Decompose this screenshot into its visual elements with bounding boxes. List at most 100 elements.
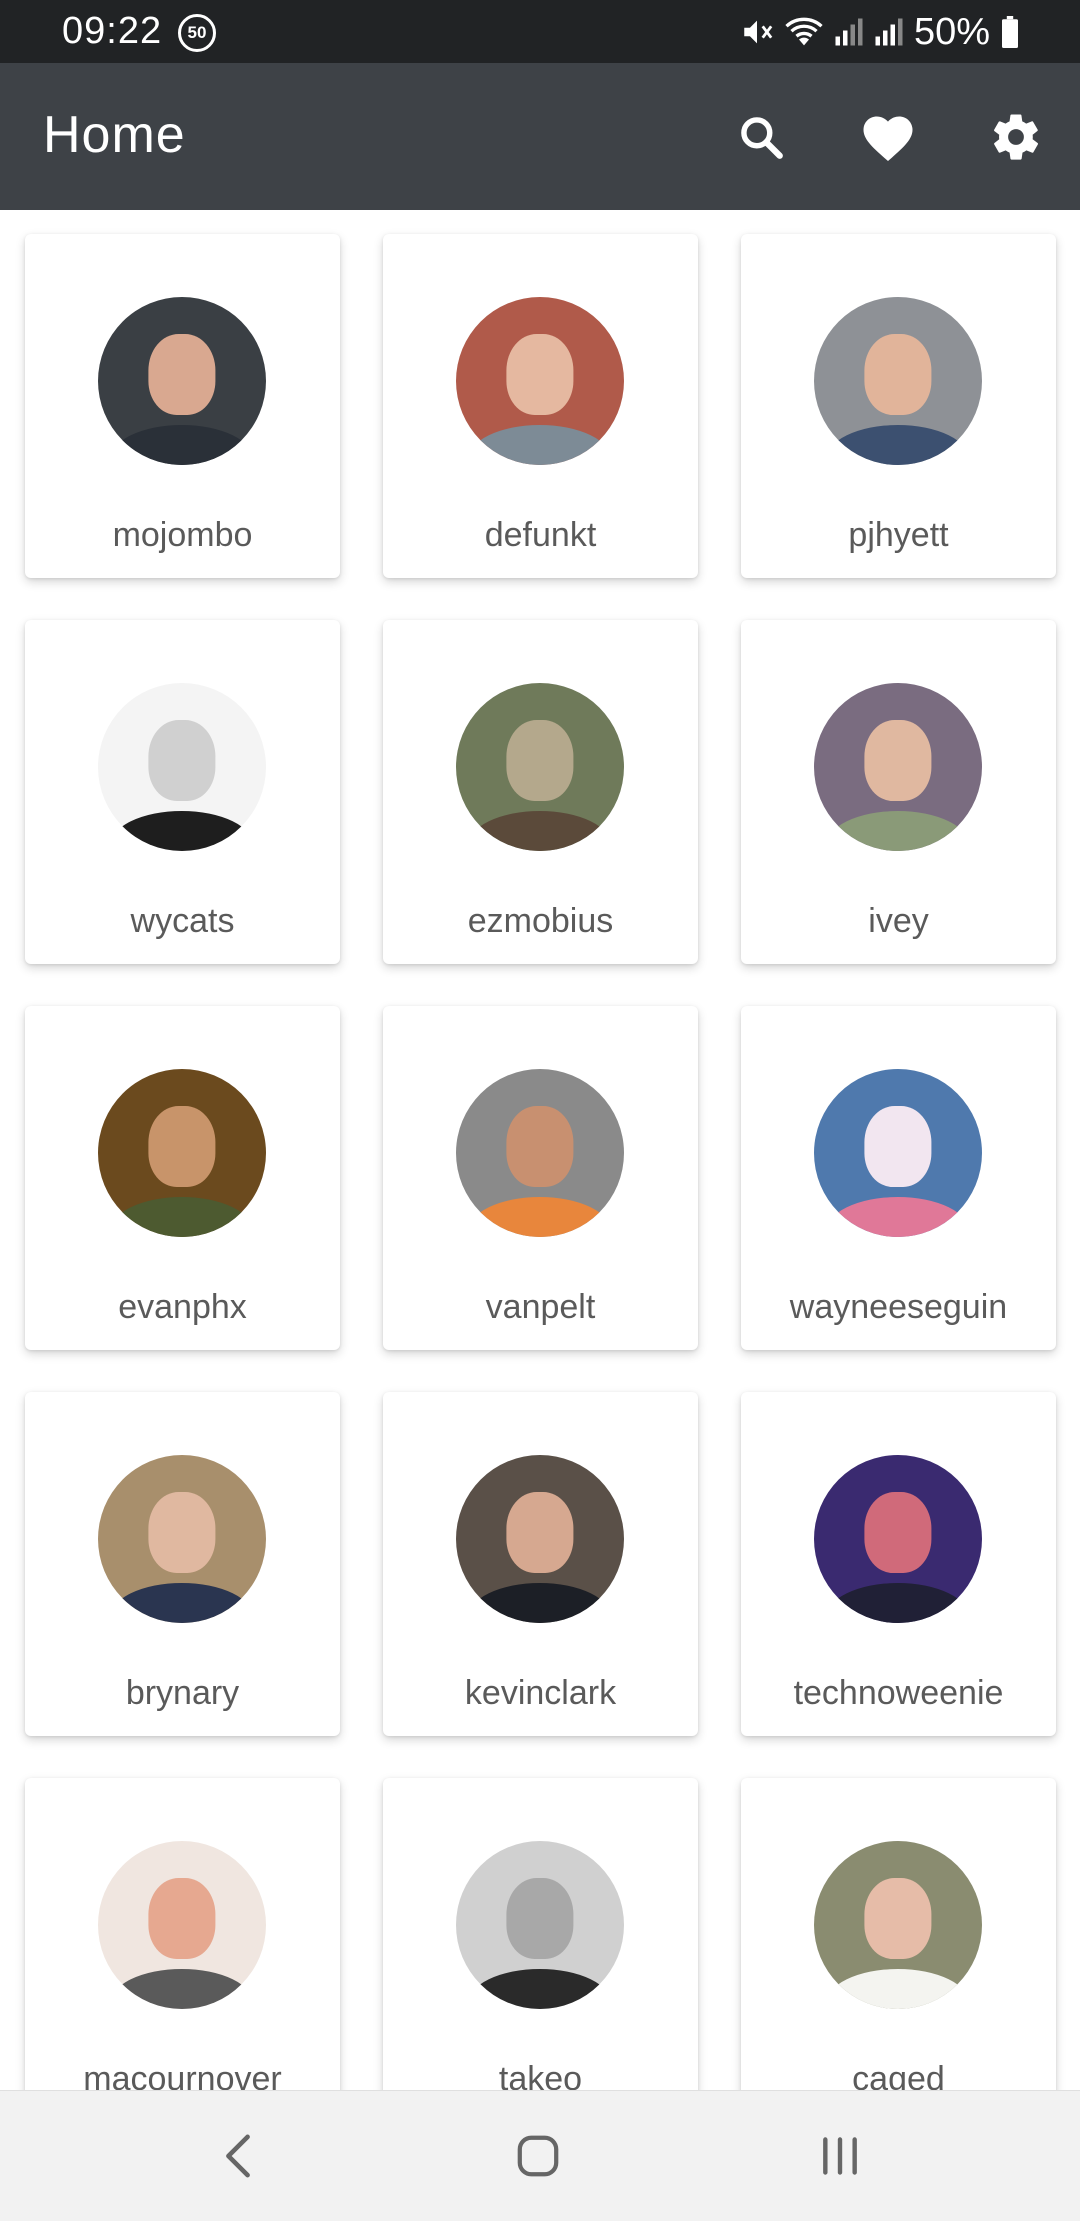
avatar-torso [825,424,971,465]
avatar-torso [467,1968,613,2009]
battery-percentage: 50% [913,10,990,53]
avatar-torso [109,810,255,851]
avatar [814,1455,982,1623]
status-time: 09:22 [62,10,163,52]
avatar-torso [467,1582,613,1623]
avatar-face [506,1877,574,1959]
avatar [456,1841,624,2009]
app-bar: Home [0,63,1080,210]
avatar-torso [109,1196,255,1237]
avatar [98,1841,266,2009]
user-card[interactable]: evanphx [25,1006,340,1350]
avatar-torso [109,424,255,465]
user-card[interactable]: defunkt [383,234,698,578]
signal-icon [834,15,864,49]
avatar-face [148,1491,216,1573]
user-card[interactable]: takeo [383,1778,698,2090]
user-card[interactable]: pjhyett [741,234,1056,578]
navigation-bar [0,2090,1080,2221]
user-name: ivey [868,902,929,940]
avatar-face [148,719,216,801]
avatar-face [506,719,574,801]
user-name: technoweenie [793,1674,1004,1712]
user-name: takeo [498,2060,583,2090]
signal-icon [874,15,904,49]
avatar-face [148,333,216,415]
avatar-torso [467,1196,613,1237]
avatar-torso [467,424,613,465]
avatar-torso [825,810,971,851]
user-card[interactable]: ezmobius [383,620,698,964]
avatar [456,683,624,851]
favorites-button[interactable] [860,109,916,165]
avatar-torso [825,1582,971,1623]
avatar-face [148,1105,216,1187]
notification-badge: 50 [178,14,216,52]
user-name: ezmobius [467,902,614,940]
user-card[interactable]: technoweenie [741,1392,1056,1736]
avatar [98,683,266,851]
avatar-torso [109,1582,255,1623]
avatar-face [864,1491,932,1573]
user-name: defunkt [484,516,597,554]
mute-icon [740,15,774,49]
avatar [814,1069,982,1237]
avatar-face [506,1105,574,1187]
user-card[interactable]: wycats [25,620,340,964]
user-name: caged [852,2060,945,2090]
user-grid-container[interactable]: mojombo defunkt pjhyett wycats ezmobius ivey e… [0,210,1080,2090]
search-button[interactable] [733,109,789,165]
user-grid: mojombo defunkt pjhyett wycats ezmobius ivey e… [25,234,1056,2090]
avatar [456,297,624,465]
user-card[interactable]: macournover [25,1778,340,2090]
settings-button[interactable] [988,109,1044,165]
avatar-face [864,719,932,801]
user-card[interactable]: ivey [741,620,1056,964]
avatar [814,297,982,465]
avatar [814,683,982,851]
user-name: wayneeseguin [789,1288,1008,1326]
avatar-face [506,333,574,415]
user-name: pjhyett [848,516,949,554]
status-bar: 09:22 50 50% [0,0,1080,63]
avatar-face [148,1877,216,1959]
status-icons: 50% [740,10,1020,54]
avatar-face [864,333,932,415]
user-name: mojombo [112,516,253,554]
recent-apps-button[interactable] [810,2126,870,2186]
user-card[interactable]: wayneeseguin [741,1006,1056,1350]
back-button[interactable] [208,2126,268,2186]
heart-icon [863,116,913,162]
recent-apps-icon [823,2137,857,2175]
avatar-torso [467,810,613,851]
home-button[interactable] [508,2126,568,2186]
user-card[interactable]: kevinclark [383,1392,698,1736]
user-name: vanpelt [485,1288,596,1326]
user-card[interactable]: vanpelt [383,1006,698,1350]
avatar-face [864,1877,932,1959]
avatar-torso [825,1196,971,1237]
avatar [98,1069,266,1237]
user-name: macournover [83,2060,282,2090]
wifi-icon [784,15,824,49]
user-card[interactable]: mojombo [25,234,340,578]
avatar [98,297,266,465]
user-card[interactable]: brynary [25,1392,340,1736]
avatar-face [864,1105,932,1187]
avatar-torso [109,1968,255,2009]
user-name: evanphx [118,1288,247,1326]
avatar-torso [825,1968,971,2009]
avatar [814,1841,982,2009]
user-name: wycats [130,902,235,940]
search-icon [741,117,783,159]
avatar [98,1455,266,1623]
user-card[interactable]: caged [741,1778,1056,2090]
battery-icon [1000,16,1020,48]
avatar [456,1455,624,1623]
home-icon [517,2135,559,2177]
avatar-face [506,1491,574,1573]
back-icon [226,2134,250,2178]
avatar [456,1069,624,1237]
page-title: Home [43,106,186,164]
gear-icon [994,114,1039,160]
